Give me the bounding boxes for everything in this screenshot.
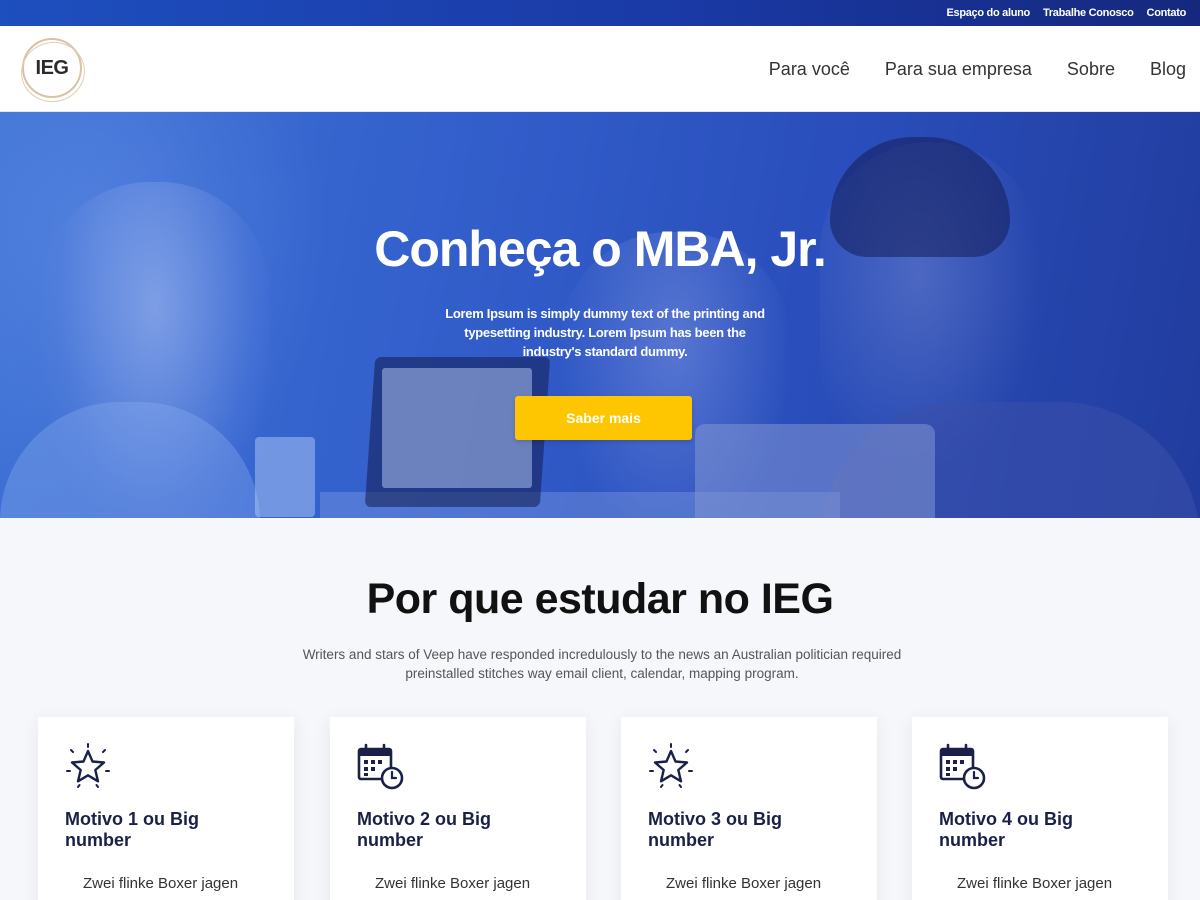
calendar-clock-icon [357, 743, 404, 790]
reason-card-title: Motivo 2 ou Big number [357, 809, 491, 850]
star-icon [649, 743, 693, 788]
reason-card-text: Zwei flinke Boxer jagen [375, 875, 531, 892]
main-nav: Para você Para sua empresa Sobre Blog [734, 26, 1186, 112]
logo-text: IEG [35, 56, 69, 79]
star-icon [66, 743, 110, 788]
top-utility-bar: Espaço do aluno Trabalhe Conosco Contato [0, 0, 1200, 26]
reason-card-text: Zwei flinke Boxer jagen [957, 875, 1113, 892]
reason-card: Motivo 3 ou Big number Zwei flinke Boxer… [621, 717, 877, 900]
section-subtitle: Writers and stars of Veep have responded… [302, 647, 902, 681]
reason-card: Motivo 2 ou Big number Zwei flinke Boxer… [330, 717, 586, 900]
reason-card-title: Motivo 1 ou Big number [65, 809, 199, 850]
nav-item-blog[interactable]: Blog [1150, 59, 1186, 80]
section-title: Por que estudar no IEG [366, 575, 834, 623]
reason-card-title: Motivo 3 ou Big number [648, 809, 782, 850]
logo[interactable]: IEG [22, 38, 82, 98]
site-header: IEG Para você Para sua empresa Sobre Blo… [0, 26, 1200, 112]
contact-link[interactable]: Contato [1147, 7, 1187, 19]
saber-mais-button[interactable]: Saber mais [515, 396, 692, 440]
calendar-clock-icon [939, 743, 986, 790]
hero-photo-laptop-back [695, 424, 935, 518]
hero-banner: Conheça o MBA, Jr. Lorem Ipsum is simply… [0, 112, 1200, 518]
reason-card-title: Motivo 4 ou Big number [939, 809, 1073, 850]
hero-title: Conheça o MBA, Jr. [374, 221, 827, 277]
reason-card: Motivo 1 ou Big number Zwei flinke Boxer… [38, 717, 294, 900]
hero-photo-glass [255, 437, 315, 517]
hero-description: Lorem Ipsum is simply dummy text of the … [445, 306, 765, 359]
reason-card-text: Zwei flinke Boxer jagen [666, 875, 822, 892]
reason-card: Motivo 4 ou Big number Zwei flinke Boxer… [912, 717, 1168, 900]
hero-photo-laptop-screen [382, 368, 532, 488]
reason-card-text: Zwei flinke Boxer jagen [83, 875, 239, 892]
nav-item-para-voce[interactable]: Para você [769, 59, 850, 80]
nav-item-sobre[interactable]: Sobre [1067, 59, 1115, 80]
careers-link[interactable]: Trabalhe Conosco [1043, 7, 1134, 19]
nav-item-para-sua-empresa[interactable]: Para sua empresa [885, 59, 1032, 80]
student-area-link[interactable]: Espaço do aluno [946, 7, 1030, 19]
